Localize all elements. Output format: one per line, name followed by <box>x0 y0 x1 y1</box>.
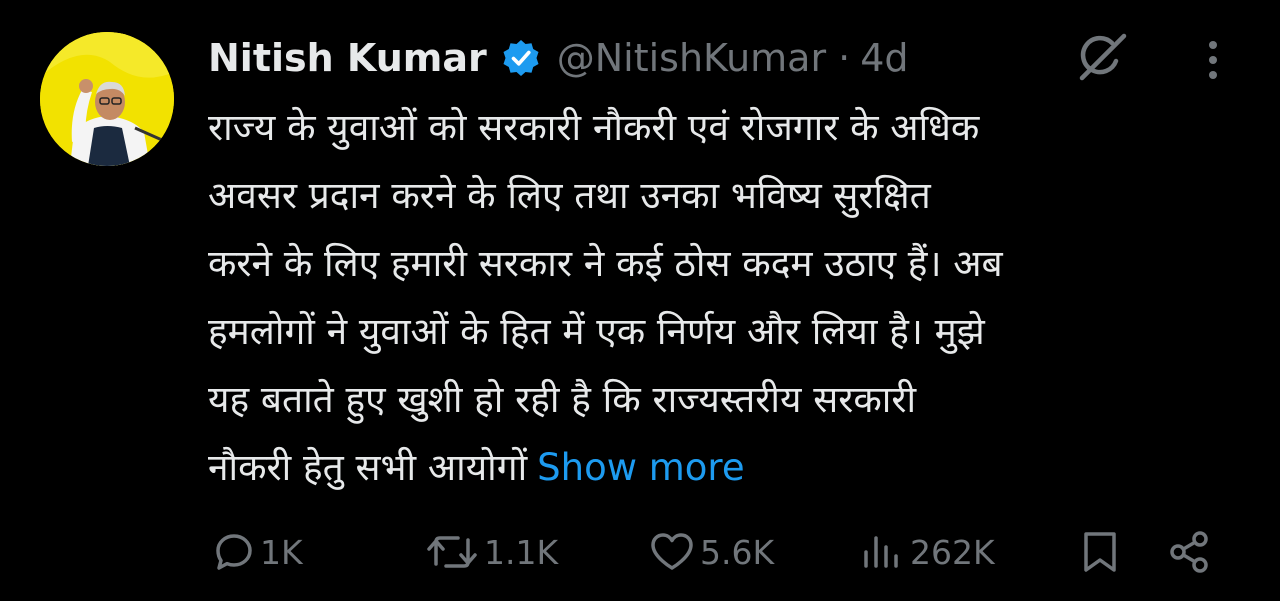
views-count: 262K <box>910 532 995 572</box>
share-button[interactable] <box>1166 522 1214 582</box>
tweet-text-line: अवसर प्रदान करने के लिए तथा उनका भविष्य … <box>208 174 931 217</box>
heart-icon <box>651 533 693 570</box>
repost-icon <box>427 536 477 568</box>
tweet-action-bar: 1K 1.1K 5.6K 262K <box>0 522 1280 582</box>
tweet-text-line: यह बताते हुए खुशी हो रही है कि राज्यस्तर… <box>208 378 917 421</box>
grok-icon[interactable] <box>1074 31 1130 83</box>
separator-dot: · <box>838 36 851 80</box>
tweet-header: Nitish Kumar @NitishKumar · 4d <box>208 28 909 88</box>
bookmark-button[interactable] <box>1078 522 1122 582</box>
tweet-text-line: राज्य के युवाओं को सरकारी नौकरी एवं रोजग… <box>208 106 980 149</box>
tweet-text-line: करने के लिए हमारी सरकार ने कई ठोस कदम उठ… <box>208 242 1003 285</box>
verified-badge-icon <box>501 38 541 78</box>
tweet-text-line: नौकरी हेतु सभी आयोगों <box>208 446 528 489</box>
reply-icon <box>216 534 252 570</box>
views-icon <box>864 536 898 568</box>
repost-count: 1.1K <box>484 532 559 572</box>
like-button[interactable]: 5.6K <box>648 522 774 582</box>
tweet-text-last-line: नौकरी हेतु सभी आयोगों Show more <box>208 434 1248 502</box>
like-count: 5.6K <box>700 532 775 572</box>
author-name[interactable]: Nitish Kumar <box>208 36 487 80</box>
share-icon <box>1170 531 1208 573</box>
author-handle[interactable]: @NitishKumar <box>557 36 826 80</box>
reply-count: 1K <box>260 532 303 572</box>
tweet-text: राज्य के युवाओं को सरकारी नौकरी एवं रोजग… <box>208 94 1248 502</box>
avatar-image <box>40 32 174 166</box>
views-button[interactable]: 262K <box>858 522 995 582</box>
repost-button[interactable]: 1.1K <box>424 522 558 582</box>
reply-button[interactable]: 1K <box>212 522 303 582</box>
bookmark-icon <box>1084 532 1116 572</box>
more-vertical-icon[interactable] <box>1198 38 1228 82</box>
author-avatar[interactable] <box>40 32 174 166</box>
tweet-text-line: हमलोगों ने युवाओं के हित में एक निर्णय औ… <box>208 310 985 353</box>
show-more-link[interactable]: Show more <box>537 446 744 489</box>
tweet-timestamp[interactable]: 4d <box>860 36 908 80</box>
